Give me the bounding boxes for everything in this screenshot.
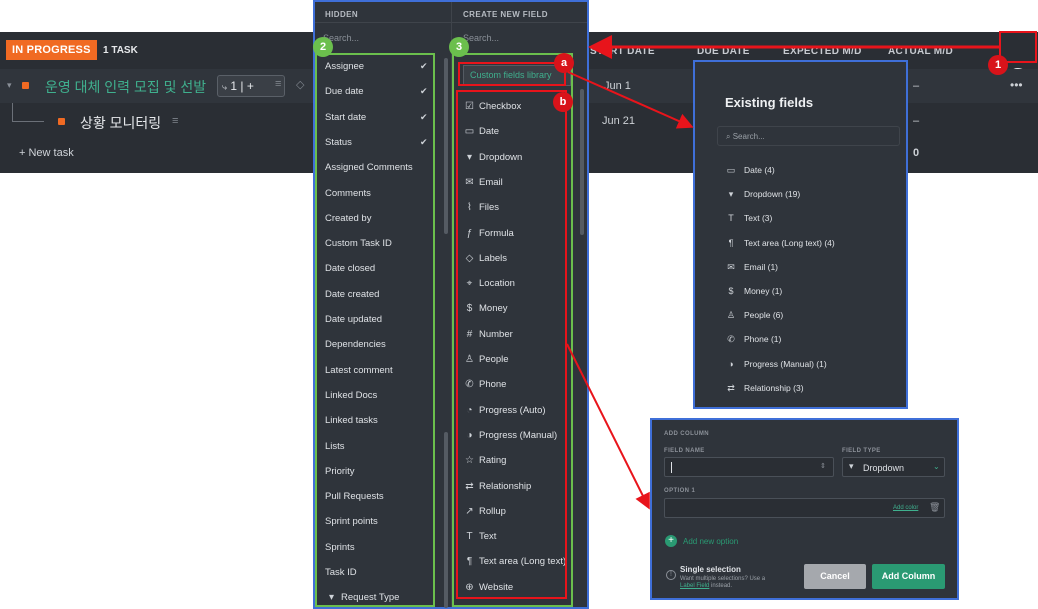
arrow-to-existing (567, 71, 694, 129)
arrow-to-add-column (566, 343, 650, 510)
annotation-arrows (566, 35, 999, 510)
